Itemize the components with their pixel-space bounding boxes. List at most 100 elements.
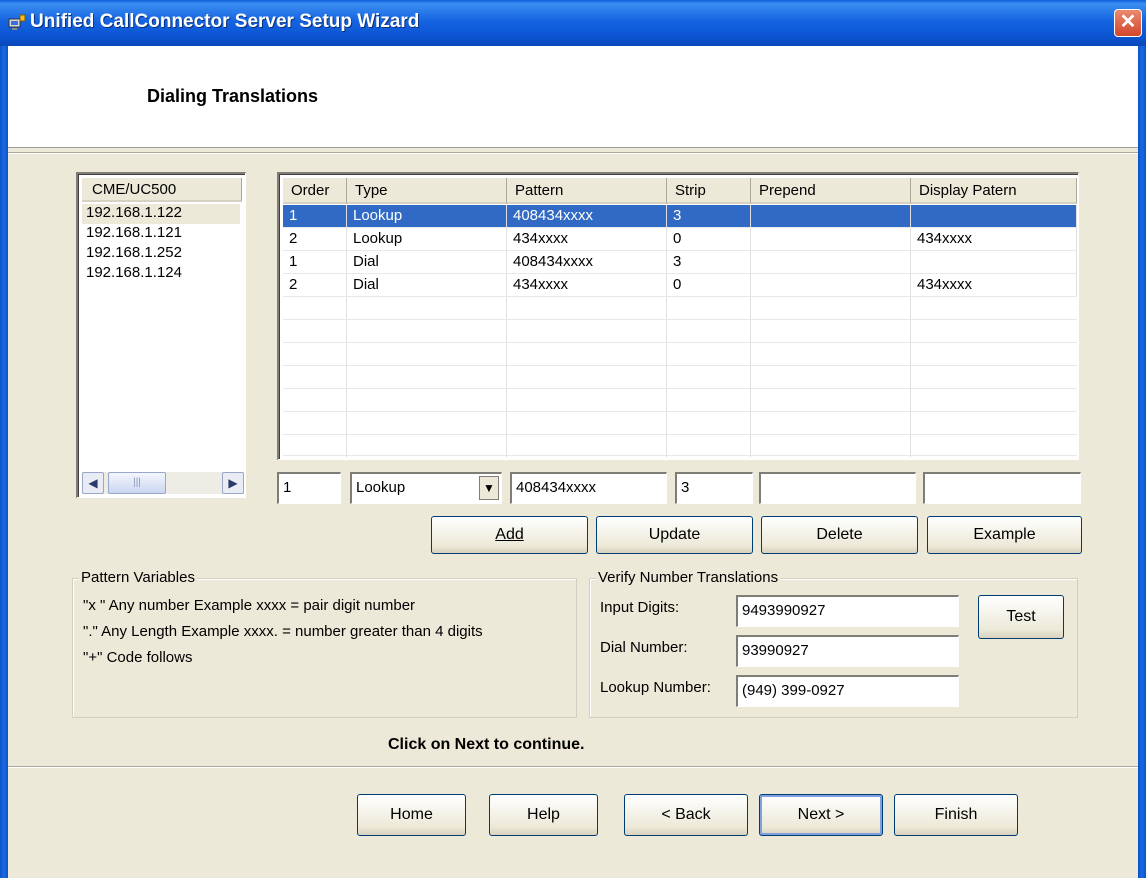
empty-table-row[interactable] [283, 435, 1077, 457]
cell-display-pattern: 434xxxx [911, 228, 1077, 250]
chevron-right-icon: ▶ [228, 476, 238, 490]
header-divider [8, 152, 1138, 154]
cell-order: 1 [283, 205, 347, 227]
cell-type: Dial [347, 274, 507, 296]
window-frame-right [1138, 46, 1146, 878]
dial-number-label: Dial Number: [600, 639, 688, 656]
empty-table-row[interactable] [283, 343, 1077, 366]
dial-number-field[interactable]: 93990927 [736, 635, 959, 667]
column-header-strip[interactable]: Strip [667, 178, 751, 204]
cell-pattern: 434xxxx [507, 274, 667, 296]
empty-table-row[interactable] [283, 320, 1077, 343]
empty-table-row[interactable] [283, 297, 1077, 320]
cell-display-pattern [911, 251, 1077, 273]
pattern-variable-line: "x " Any number Example xxxx = pair digi… [83, 597, 416, 614]
lookup-number-label: Lookup Number: [600, 679, 711, 696]
table-row[interactable]: 2 Dial 434xxxx 0 434xxxx [283, 274, 1077, 297]
cell-prepend [751, 251, 911, 273]
close-button[interactable]: ✕ [1114, 9, 1142, 37]
empty-table-row[interactable] [283, 366, 1077, 389]
add-button[interactable]: Add [431, 516, 588, 554]
pattern-variables-title: Pattern Variables [79, 569, 197, 586]
cell-prepend [751, 274, 911, 296]
strip-input[interactable]: 3 [675, 472, 753, 504]
column-header-order[interactable]: Order [283, 178, 347, 204]
table-row[interactable]: 2 Lookup 434xxxx 0 434xxxx [283, 228, 1077, 251]
cell-display-pattern [911, 205, 1077, 227]
continue-instruction: Click on Next to continue. [388, 736, 585, 753]
home-button[interactable]: Home [357, 794, 466, 836]
cell-pattern: 408434xxxx [507, 205, 667, 227]
back-button-label: < Back [661, 806, 711, 823]
server-list-item[interactable]: 192.168.1.122 [82, 204, 240, 224]
display-pattern-input[interactable] [923, 472, 1081, 504]
server-list-item[interactable]: 192.168.1.121 [82, 224, 240, 244]
delete-button-label: Delete [816, 526, 863, 543]
horizontal-scrollbar[interactable]: ◀ ||| ▶ [82, 472, 244, 494]
column-header-type[interactable]: Type [347, 178, 507, 204]
pattern-variables-group: Pattern Variables "x " Any number Exampl… [72, 569, 577, 718]
page-title: Dialing Translations [147, 86, 319, 106]
table-row[interactable]: 1 Lookup 408434xxxx 3 [283, 205, 1077, 228]
input-digits-label: Input Digits: [600, 599, 680, 616]
window-title: Unified CallConnector Server Setup Wizar… [30, 11, 420, 32]
cell-strip: 0 [667, 228, 751, 250]
lookup-number-field[interactable]: (949) 399-0927 [736, 675, 959, 707]
verify-translations-group: Verify Number Translations Input Digits:… [589, 569, 1078, 718]
pattern-variable-line: "+" Code follows [83, 649, 193, 666]
cell-prepend [751, 228, 911, 250]
window-frame-left [0, 46, 8, 878]
cell-pattern: 408434xxxx [507, 251, 667, 273]
delete-button[interactable]: Delete [761, 516, 918, 554]
help-button[interactable]: Help [489, 794, 598, 836]
column-header-pattern[interactable]: Pattern [507, 178, 667, 204]
empty-table-row[interactable] [283, 389, 1077, 412]
finish-button[interactable]: Finish [894, 794, 1018, 836]
update-button-label: Update [648, 526, 701, 543]
test-button-label: Test [1006, 608, 1036, 625]
empty-table-row[interactable] [283, 412, 1077, 435]
column-header-prepend[interactable]: Prepend [751, 178, 911, 204]
scroll-left-button[interactable]: ◀ [82, 472, 104, 494]
chevron-down-icon[interactable]: ▼ [479, 476, 499, 500]
pattern-input[interactable]: 408434xxxx [510, 472, 667, 504]
add-button-label: Add [495, 526, 524, 543]
home-button-label: Home [390, 806, 433, 823]
next-button[interactable]: Next > [759, 794, 883, 836]
footer-divider [8, 766, 1138, 768]
cell-type: Dial [347, 251, 507, 273]
scroll-thumb[interactable]: ||| [108, 472, 166, 494]
table-row[interactable]: 1 Dial 408434xxxx 3 [283, 251, 1077, 274]
help-button-label: Help [527, 806, 560, 823]
computer-plug-icon [8, 14, 26, 32]
column-header-display-pattern[interactable]: Display Patern [911, 178, 1077, 204]
input-digits-field[interactable]: 9493990927 [736, 595, 959, 627]
example-button[interactable]: Example [927, 516, 1082, 554]
order-input[interactable]: 1 [277, 472, 341, 504]
cell-display-pattern: 434xxxx [911, 274, 1077, 296]
cell-strip: 3 [667, 251, 751, 273]
server-list[interactable]: CME/UC500 192.168.1.122 192.168.1.121 19… [76, 172, 246, 498]
pattern-variable-line: "." Any Length Example xxxx. = number gr… [83, 623, 483, 640]
back-button[interactable]: < Back [624, 794, 748, 836]
type-dropdown[interactable]: Lookup ▼ [350, 472, 502, 504]
server-list-header[interactable]: CME/UC500 [82, 178, 242, 202]
type-dropdown-value: Lookup [356, 479, 406, 496]
server-list-item[interactable]: 192.168.1.124 [82, 264, 240, 284]
chevron-left-icon: ◀ [88, 476, 98, 490]
server-list-item[interactable]: 192.168.1.252 [82, 244, 240, 264]
update-button[interactable]: Update [596, 516, 753, 554]
cell-prepend [751, 205, 911, 227]
example-button-label: Example [973, 526, 1036, 543]
cell-strip: 3 [667, 205, 751, 227]
cell-order: 2 [283, 228, 347, 250]
cell-type: Lookup [347, 205, 507, 227]
finish-button-label: Finish [934, 806, 978, 823]
next-button-label: Next > [797, 806, 845, 823]
translations-grid[interactable]: Order Type Pattern Strip Prepend Display… [277, 172, 1079, 460]
cell-pattern: 434xxxx [507, 228, 667, 250]
test-button[interactable]: Test [978, 595, 1064, 639]
scroll-right-button[interactable]: ▶ [222, 472, 244, 494]
cell-order: 1 [283, 251, 347, 273]
prepend-input[interactable] [759, 472, 916, 504]
